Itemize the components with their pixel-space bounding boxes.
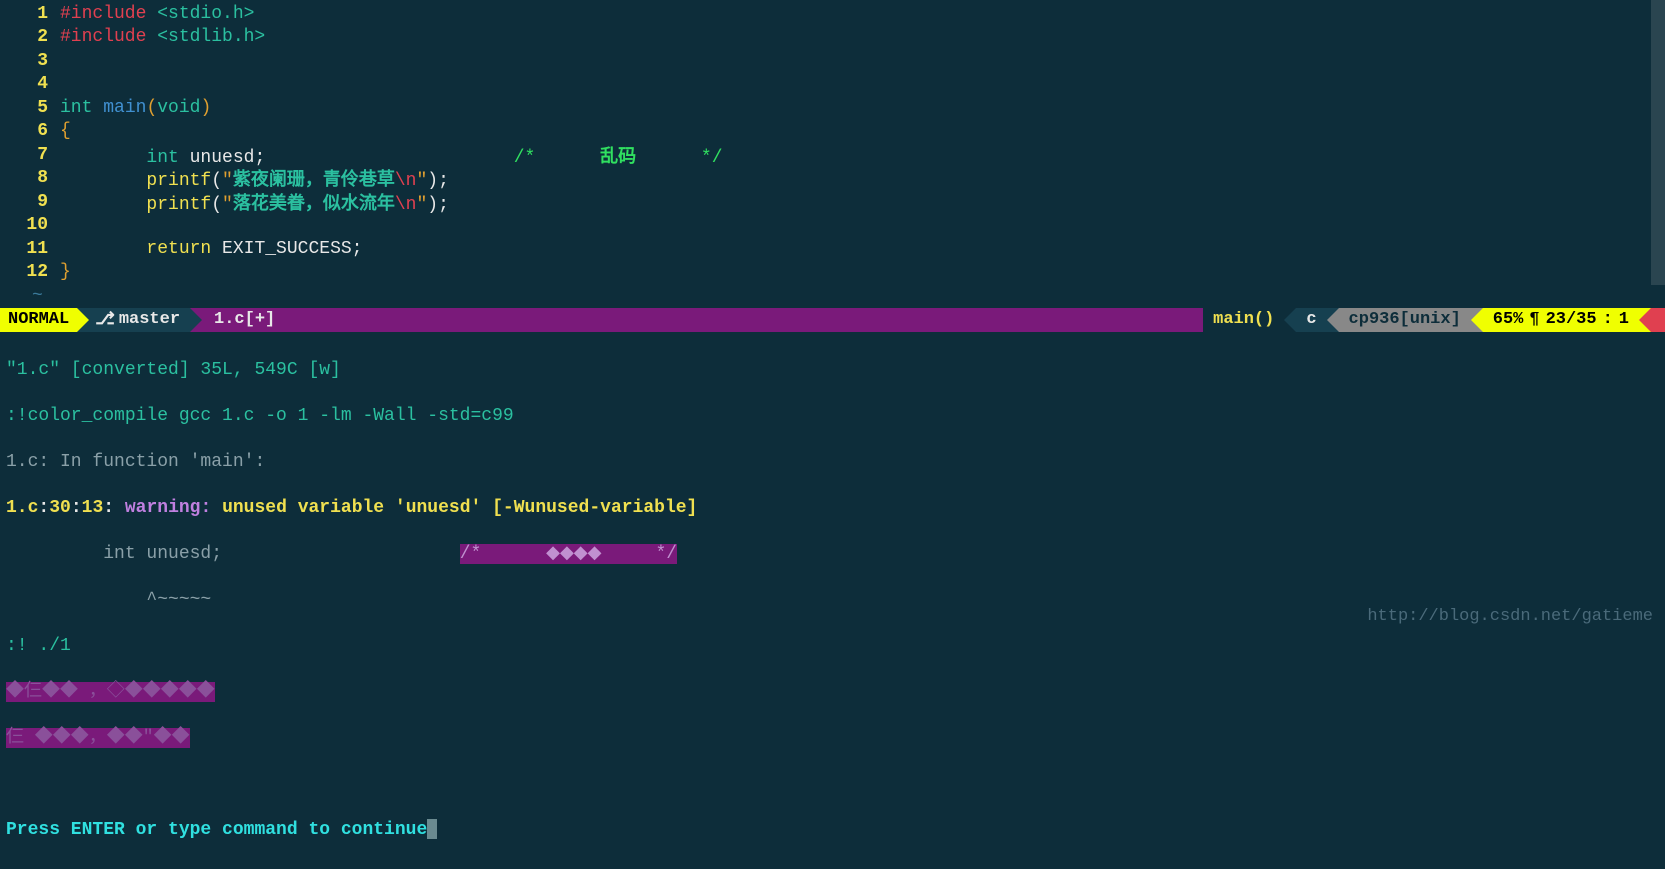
code-line[interactable]: 2#include <stdlib.h> xyxy=(0,26,1665,50)
line-number: 12 xyxy=(0,262,60,282)
status-spacer xyxy=(299,308,1203,332)
code-content: printf("落花美眷，似水流年\n"); xyxy=(60,189,1665,215)
cursor xyxy=(427,819,437,839)
garbled-output: 仨 ◆◆◆，◆◆"◆◆ xyxy=(6,728,190,748)
code-content: printf("紫夜阑珊，青伶巷草\n"); xyxy=(60,165,1665,191)
code-content: } xyxy=(60,262,1665,282)
percent: 65% xyxy=(1493,310,1524,329)
code-line[interactable]: 4 xyxy=(0,73,1665,97)
code-line[interactable]: 3 xyxy=(0,49,1665,73)
line-number: 7 xyxy=(0,145,60,165)
current-function: main() xyxy=(1203,308,1284,332)
mode-indicator: NORMAL xyxy=(0,308,77,332)
separator-icon xyxy=(1327,308,1339,332)
status-end xyxy=(1651,308,1665,332)
code-content: int unuesd; /* 乱码 */ xyxy=(60,142,1665,168)
code-content: #include <stdlib.h> xyxy=(60,27,1665,47)
line-number: 10 xyxy=(0,215,60,235)
separator-icon xyxy=(1639,308,1651,332)
code-content: return EXIT_SUCCESS; xyxy=(60,239,1665,259)
code-line[interactable]: 1#include <stdio.h> xyxy=(0,2,1665,26)
run-command: :! ./1 xyxy=(6,636,71,656)
code-line[interactable]: 9 printf("落花美眷，似水流年\n"); xyxy=(0,190,1665,214)
file-name: 1.c[+] xyxy=(202,308,287,332)
separator-icon xyxy=(287,308,299,332)
scrollbar[interactable] xyxy=(1651,0,1665,285)
pilcrow-icon: ¶ xyxy=(1529,310,1539,329)
command-output: "1.c" [converted] 35L, 549C [w] :!color_… xyxy=(0,332,1665,869)
code-line[interactable]: 11 return EXIT_SUCCESS; xyxy=(0,237,1665,261)
separator-icon xyxy=(1471,308,1483,332)
code-line[interactable]: 6{ xyxy=(0,120,1665,144)
position-indicator: 65% ¶ 23/35 : 1 xyxy=(1483,308,1639,332)
garbled-output: ◆仨◆◆ ，◇◆◆◆◆◆ xyxy=(6,682,215,702)
line-number: 1 xyxy=(0,4,60,24)
line-pos: 23/35 xyxy=(1546,310,1597,329)
branch-icon: ⎇ xyxy=(95,309,115,330)
code-line[interactable]: 7 int unuesd; /* 乱码 */ xyxy=(0,143,1665,167)
line-number: 6 xyxy=(0,121,60,141)
line-number: 8 xyxy=(0,168,60,188)
watermark: http://blog.csdn.net/gatieme xyxy=(1367,607,1653,626)
git-branch: ⎇ master xyxy=(89,308,190,332)
col-pos: 1 xyxy=(1619,310,1629,329)
separator-icon xyxy=(77,308,89,332)
code-editor[interactable]: 1#include <stdio.h>2#include <stdlib.h>3… xyxy=(0,0,1665,308)
line-number: 2 xyxy=(0,27,60,47)
code-line[interactable]: 8 printf("紫夜阑珊，青伶巷草\n"); xyxy=(0,167,1665,191)
empty-line-marker: ~ xyxy=(0,286,43,306)
code-content: #include <stdio.h> xyxy=(60,4,1665,24)
continue-prompt[interactable]: Press ENTER or type command to continue xyxy=(6,820,427,840)
warning-caret: ^~~~~~ xyxy=(6,590,211,610)
filetype: c xyxy=(1296,308,1326,332)
code-line[interactable]: 12} xyxy=(0,261,1665,285)
compile-command: :!color_compile gcc 1.c -o 1 -lm -Wall -… xyxy=(6,406,514,426)
compiler-context: 1.c: In function 'main': xyxy=(6,452,265,472)
line-number: 9 xyxy=(0,192,60,212)
line-number: 5 xyxy=(0,98,60,118)
line-number: 11 xyxy=(0,239,60,259)
branch-name: master xyxy=(119,310,180,329)
line-number: 4 xyxy=(0,74,60,94)
code-content: { xyxy=(60,121,1665,141)
compiler-warning: 1.c:30:13: warning: unused variable 'unu… xyxy=(6,497,1659,520)
code-line[interactable]: 10 xyxy=(0,214,1665,238)
warning-source-line: int unuesd; /* ◆◆◆◆ */ xyxy=(6,543,1659,566)
separator-icon xyxy=(1284,308,1296,332)
file-written-msg: "1.c" [converted] 35L, 549C [w] xyxy=(6,360,341,380)
encoding: cp936[unix] xyxy=(1339,308,1471,332)
code-line[interactable]: 5int main(void) xyxy=(0,96,1665,120)
status-bar: NORMAL ⎇ master 1.c[+] main() c cp936[un… xyxy=(0,308,1665,332)
separator-icon xyxy=(190,308,202,332)
code-content: int main(void) xyxy=(60,98,1665,118)
line-number: 3 xyxy=(0,51,60,71)
